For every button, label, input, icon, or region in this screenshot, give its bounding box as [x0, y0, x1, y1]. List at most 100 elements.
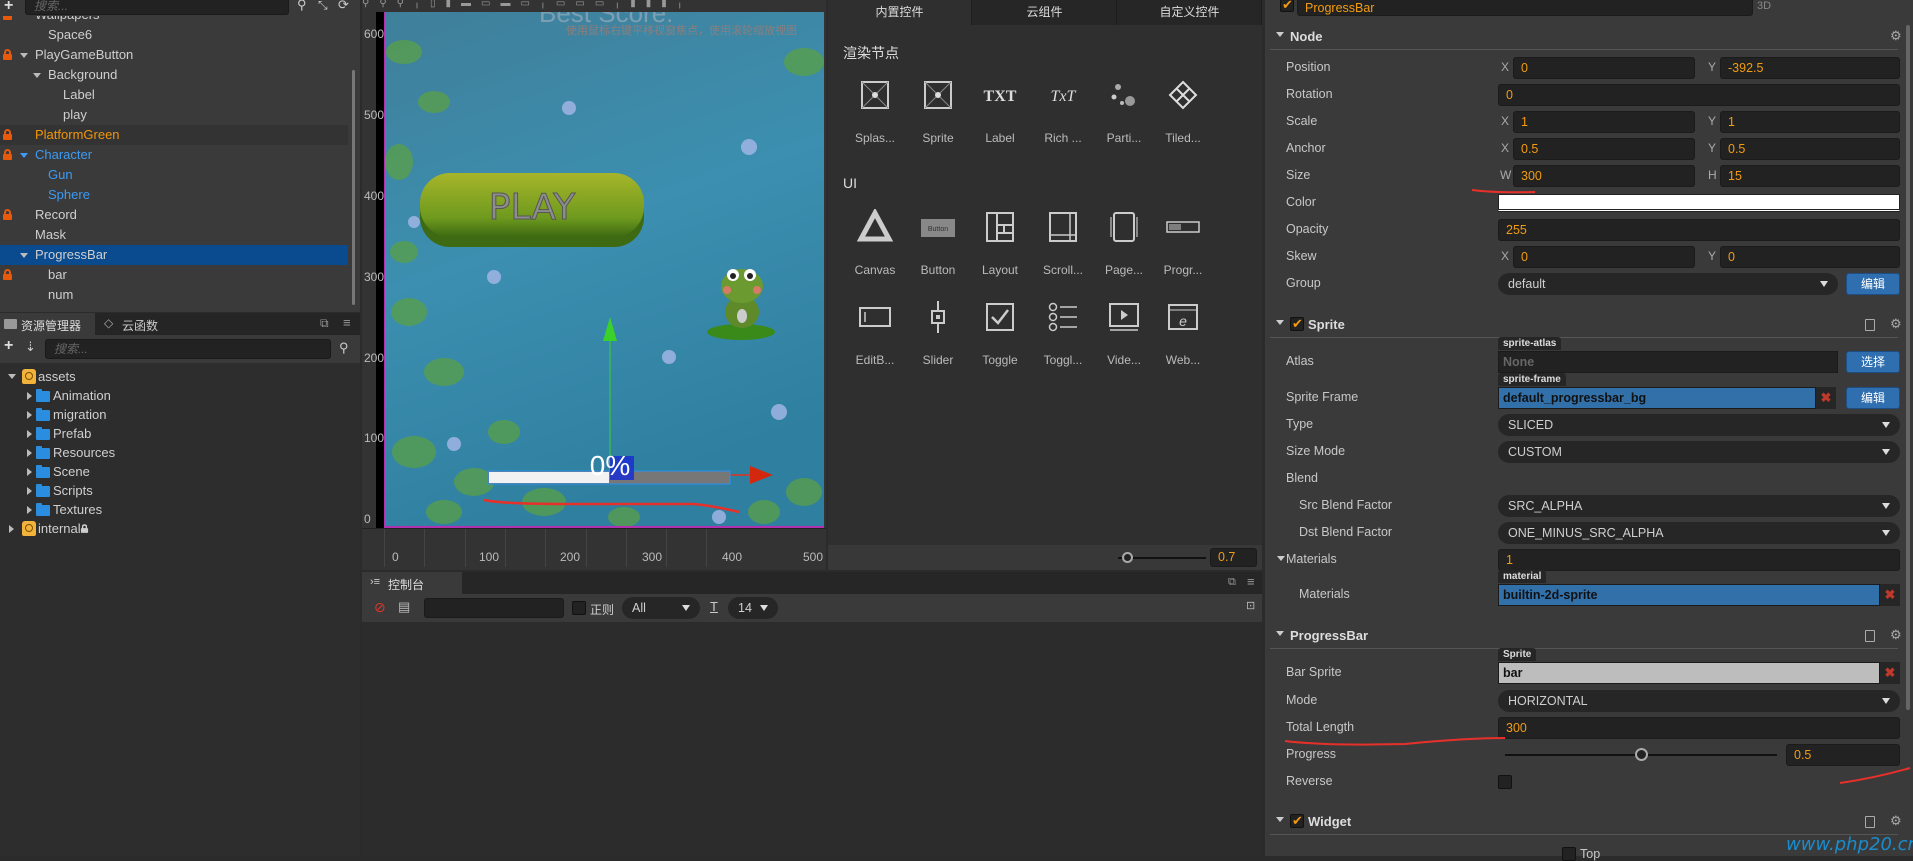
particle-icon[interactable] [1099, 75, 1149, 115]
expand-arrow-icon[interactable] [9, 525, 14, 533]
expand-arrow-icon[interactable] [27, 506, 32, 514]
collapse-icon[interactable]: ⤡ [318, 0, 328, 13]
tab-console[interactable]: ›≡ 控制台 [362, 572, 462, 594]
asset-assets[interactable]: assets [0, 367, 360, 387]
expand-arrow-icon[interactable] [8, 374, 16, 379]
expand-arrow-icon[interactable] [27, 487, 32, 495]
asset-resources[interactable]: Resources [0, 443, 360, 463]
hierarchy-scrollbar[interactable] [352, 70, 355, 305]
play-button-sprite[interactable]: PLAY [420, 173, 644, 247]
console-filter-input[interactable] [424, 598, 564, 618]
expand-arrow-icon[interactable] [27, 430, 32, 438]
ruler-tick [545, 529, 547, 567]
zoom-in-icon[interactable]: ⚲ [362, 0, 379, 9]
hierarchy-search-input[interactable]: 搜索... [25, 0, 289, 15]
label-icon[interactable]: TXT [975, 75, 1025, 115]
tree-node-progressbar[interactable]: ProgressBar [0, 245, 348, 265]
zoom-fit-icon[interactable]: ⚲ [397, 0, 414, 9]
collapse-log-icon[interactable]: ⊡ [1246, 599, 1255, 612]
ruler-tick-label: 200 [364, 351, 385, 365]
tree-node-playgamebutton[interactable]: PlayGameButton [0, 45, 348, 65]
icon-size-slider[interactable] [1118, 552, 1206, 563]
expand-arrow-icon[interactable] [27, 392, 32, 400]
menu-icon[interactable]: ≡ [343, 315, 351, 330]
tab-assets[interactable]: 资源管理器 [0, 313, 95, 335]
expand-arrow-icon[interactable] [27, 411, 32, 419]
slider-thumb[interactable] [1121, 552, 1133, 563]
tree-node-label[interactable]: Label [0, 85, 348, 105]
sort-icon[interactable]: ⇣ [25, 339, 36, 355]
menu-icon[interactable]: ≡ [1247, 574, 1255, 589]
tree-node-play[interactable]: play [0, 105, 348, 125]
asset-scene[interactable]: Scene [0, 462, 360, 482]
tiledmap-icon[interactable] [1158, 75, 1208, 115]
tree-node-sphere[interactable]: Sphere [0, 185, 348, 205]
button-icon[interactable]: Button [913, 207, 963, 247]
regex-checkbox[interactable] [572, 601, 586, 615]
asset-textures[interactable]: Textures [0, 500, 360, 520]
refresh-icon[interactable]: ⟳ [338, 0, 349, 13]
font-size-select[interactable]: 14 [728, 597, 778, 619]
open-log-icon[interactable]: ▤ [398, 599, 410, 615]
tab-云组件[interactable]: 云组件 [973, 0, 1117, 25]
richtext-icon[interactable]: TxT [1038, 75, 1088, 115]
tree-node-gun[interactable]: Gun [0, 165, 348, 185]
slider-icon[interactable] [913, 297, 963, 337]
lock-icon[interactable] [3, 149, 12, 160]
toggle-icon[interactable] [975, 297, 1025, 337]
tab-cloud-functions[interactable]: ◇ 云函数 [96, 313, 192, 335]
add-asset-button[interactable]: + [4, 337, 13, 355]
progressbar-icon[interactable] [1158, 207, 1208, 247]
search-icon[interactable]: ⚲ [339, 340, 349, 356]
tab-自定义控件[interactable]: 自定义控件 [1118, 0, 1262, 25]
lock-icon[interactable] [3, 209, 12, 220]
asset-migration[interactable]: migration [0, 405, 360, 425]
sprite-icon[interactable] [913, 75, 963, 115]
node-label: PlayGameButton [35, 47, 134, 62]
webview-icon[interactable]: e [1158, 297, 1208, 337]
expand-arrow-icon[interactable] [20, 153, 28, 158]
layout-icon[interactable] [975, 207, 1025, 247]
scene-canvas[interactable]: Best Score: 使用鼠标右键平移视窗焦点，使用滚轮缩放视图 PLAY 0… [384, 12, 824, 528]
expand-arrow-icon[interactable] [20, 253, 28, 258]
splash-sprite-icon[interactable] [850, 75, 900, 115]
search-icon[interactable]: ⚲ [297, 0, 307, 13]
canvas-icon[interactable] [850, 207, 900, 247]
videoplayer-icon[interactable] [1099, 297, 1149, 337]
align-icons[interactable]: ╷▯▮▬▭▬▭╷▭▭▭╷▮▮▮╷ [414, 0, 693, 9]
asset-prefab[interactable]: Prefab [0, 424, 360, 444]
asset-internal[interactable]: internal [0, 519, 360, 539]
tree-node-platformgreen[interactable]: PlatformGreen [0, 125, 348, 145]
expand-arrow-icon[interactable] [27, 468, 32, 476]
tab-内置控件[interactable]: 内置控件 [828, 0, 972, 25]
lock-icon[interactable] [3, 269, 12, 280]
asset-scripts[interactable]: Scripts [0, 481, 360, 501]
clear-icon[interactable]: ⊘ [374, 599, 386, 616]
editbox-icon[interactable] [850, 297, 900, 337]
icon-size-value[interactable]: 0.7 [1210, 548, 1257, 567]
tree-node-space6[interactable]: Space6 [0, 25, 348, 45]
popout-icon[interactable]: ⧉ [1228, 576, 1236, 589]
asset-label: migration [53, 407, 107, 422]
tree-node-mask[interactable]: Mask [0, 225, 348, 245]
expand-arrow-icon[interactable] [33, 73, 41, 78]
tree-node-num[interactable]: num [0, 285, 348, 305]
lock-icon[interactable] [3, 129, 12, 140]
log-level-select[interactable]: All [622, 597, 700, 619]
expand-arrow-icon[interactable] [27, 449, 32, 457]
zoom-out-icon[interactable]: ⚲ [379, 0, 396, 9]
tree-node-background[interactable]: Background [0, 65, 348, 85]
expand-arrow-icon[interactable] [20, 53, 28, 58]
tree-node-record[interactable]: Record [0, 205, 348, 225]
lock-icon[interactable] [3, 49, 12, 60]
scrollview-icon[interactable] [1038, 207, 1088, 247]
togglegroup-icon[interactable] [1038, 297, 1088, 337]
tree-node-bar[interactable]: bar [0, 265, 348, 285]
library-item-label: Layout [981, 263, 1019, 277]
popout-icon[interactable]: ⧉ [320, 316, 329, 331]
pageview-icon[interactable] [1099, 207, 1149, 247]
add-node-button[interactable]: + [4, 0, 13, 15]
asset-animation[interactable]: Animation [0, 386, 360, 406]
tree-node-character[interactable]: Character [0, 145, 348, 165]
assets-search-input[interactable]: 搜索... [45, 339, 331, 359]
